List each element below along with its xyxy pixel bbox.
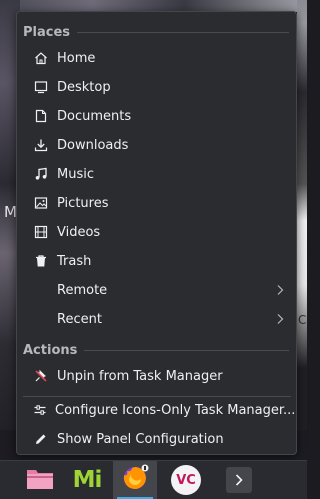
places-section-header: Places — [23, 21, 291, 43]
documents-icon — [33, 108, 49, 124]
section-divider — [84, 349, 289, 351]
downloads-icon — [33, 137, 49, 153]
taskbar-more[interactable] — [221, 461, 257, 499]
trash-icon — [33, 253, 49, 269]
firefox-icon — [119, 462, 151, 498]
place-item-label: Desktop — [57, 79, 111, 95]
edit-icon — [33, 431, 49, 447]
background-window-right: C — [297, 0, 307, 460]
home-icon — [33, 50, 49, 66]
chevron-right-icon — [274, 313, 286, 325]
mi-icon-label: Mi — [72, 467, 103, 493]
place-item-desktop[interactable]: Desktop — [21, 73, 294, 101]
configure-label: Configure Icons-Only Task Manager... — [55, 402, 296, 418]
show-panel-config-item[interactable]: Show Panel Configuration — [21, 425, 294, 453]
remote-submenu[interactable]: Remote — [21, 276, 294, 304]
recent-label: Recent — [57, 311, 102, 327]
place-item-label: Home — [57, 50, 96, 66]
taskbar-firefox[interactable] — [113, 461, 157, 499]
remote-label: Remote — [57, 282, 108, 298]
place-item-label: Pictures — [57, 195, 109, 211]
mi-icon: Mi — [71, 466, 103, 494]
place-item-documents[interactable]: Documents — [21, 102, 294, 130]
place-item-music[interactable]: Music — [21, 160, 294, 188]
desktop-icon — [33, 79, 49, 95]
configure-icon — [33, 402, 47, 418]
place-item-downloads[interactable]: Downloads — [21, 131, 294, 159]
taskbar: Mi VC — [0, 460, 307, 499]
chevron-right-icon — [274, 284, 286, 296]
unpin-item[interactable]: Unpin from Task Manager — [21, 362, 294, 390]
place-item-videos[interactable]: Videos — [21, 218, 294, 246]
places-header-title: Places — [23, 24, 71, 40]
vc-icon-label: VC — [176, 472, 196, 488]
videos-icon — [33, 224, 49, 240]
vc-icon: VC — [171, 465, 201, 495]
actions-section-header: Actions — [23, 339, 291, 361]
unpin-label: Unpin from Task Manager — [57, 368, 223, 384]
music-icon — [33, 166, 49, 182]
pictures-icon — [33, 195, 49, 211]
configure-task-manager-item[interactable]: Configure Icons-Only Task Manager... — [21, 396, 296, 424]
section-divider — [77, 31, 289, 33]
background-text-fragment: M — [4, 203, 17, 221]
actions-header-title: Actions — [23, 342, 78, 358]
place-item-pictures[interactable]: Pictures — [21, 189, 294, 217]
place-item-label: Documents — [57, 108, 132, 124]
unpin-icon — [33, 368, 49, 384]
place-item-label: Videos — [57, 224, 101, 240]
task-context-menu: Places Home Desktop Documents Downloads … — [16, 11, 297, 455]
place-item-label: Downloads — [57, 137, 129, 153]
background-text-fragment-right: C — [298, 313, 307, 327]
panel-config-label: Show Panel Configuration — [57, 431, 224, 447]
place-item-label: Music — [57, 166, 94, 182]
place-item-label: Trash — [57, 253, 92, 269]
taskbar-files-app[interactable] — [18, 461, 62, 499]
recent-submenu[interactable]: Recent — [21, 305, 294, 333]
place-item-trash[interactable]: Trash — [21, 247, 294, 275]
folder-icon — [25, 465, 55, 495]
chevron-right-icon — [226, 467, 252, 493]
taskbar-mi-app[interactable]: Mi — [65, 461, 109, 499]
taskbar-vc-app[interactable]: VC — [164, 461, 208, 499]
place-item-home[interactable]: Home — [21, 44, 294, 72]
